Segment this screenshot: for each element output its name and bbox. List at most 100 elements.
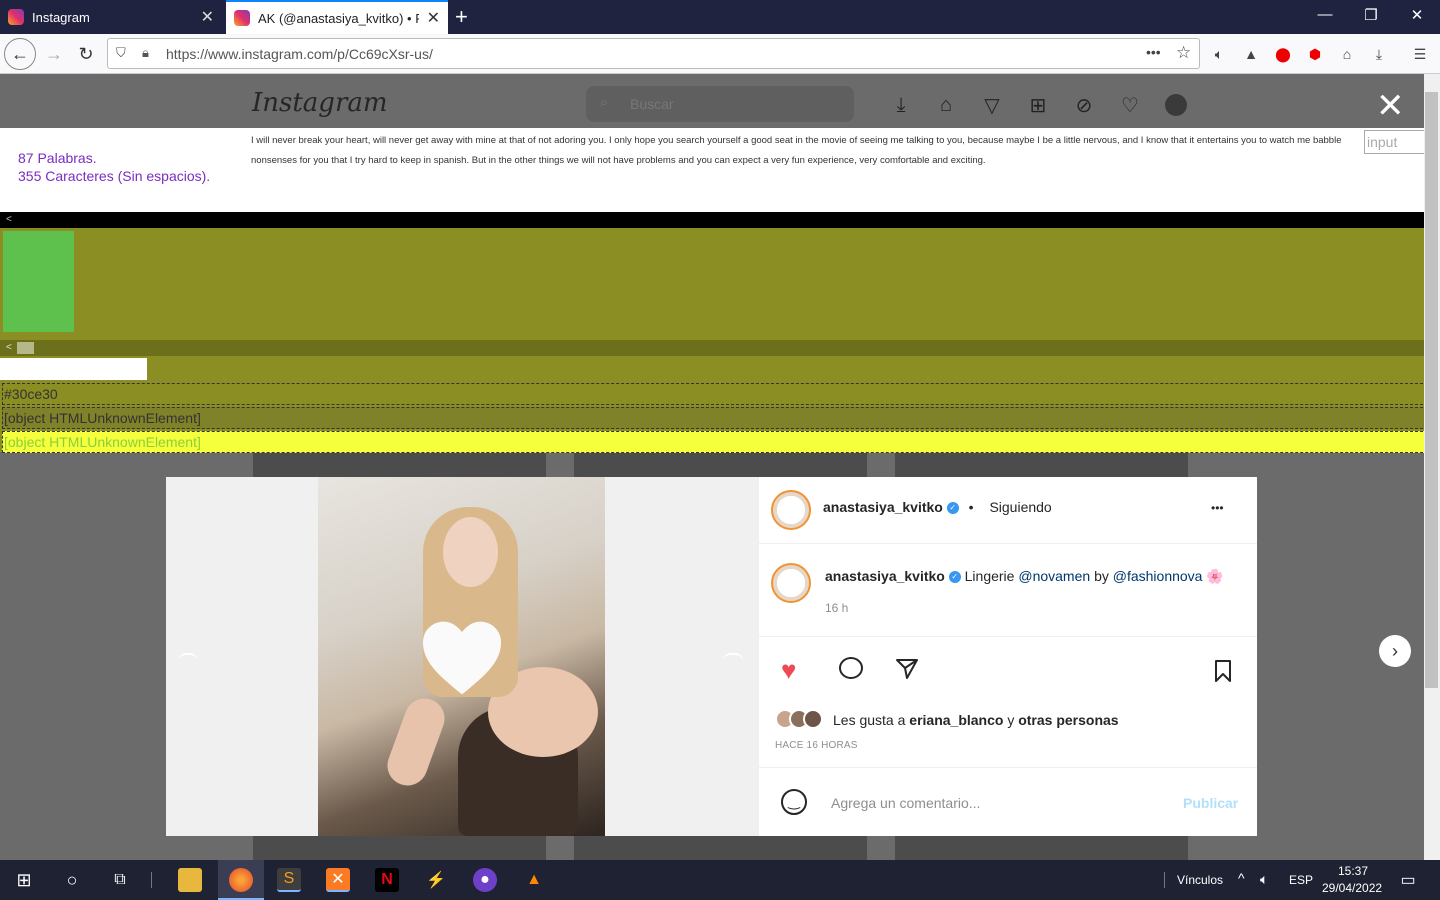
save-bookmark-icon[interactable] <box>1213 659 1233 683</box>
scroll-left-icon[interactable]: < <box>6 214 12 225</box>
firefox-icon[interactable] <box>229 868 253 892</box>
emoji-picker-icon[interactable]: ‿ <box>781 789 807 815</box>
mention-link[interactable]: @novamen <box>1018 568 1090 584</box>
grid-tile[interactable] <box>253 836 546 860</box>
grid-tile[interactable] <box>895 836 1188 860</box>
grid-tile[interactable] <box>895 452 1188 478</box>
sublime-text-icon[interactable]: S <box>277 868 301 892</box>
grid-tile[interactable] <box>253 452 546 478</box>
menu-icon[interactable]: ☰ <box>1410 44 1430 64</box>
xampp-icon[interactable]: ✕ <box>326 868 350 892</box>
likes-text: Les gusta a <box>833 712 906 728</box>
volume-icon[interactable]: 🔈︎ <box>1260 871 1268 888</box>
post-header: anastasiya_kvitko ✓ • Siguiendo <box>823 499 1052 515</box>
shield-icon[interactable]: ⛉ <box>116 45 126 61</box>
scroll-thumb[interactable] <box>17 342 34 354</box>
url-bar[interactable]: ⛉ 🔒︎ https://www.instagram.com/p/Cc69cXs… <box>107 38 1200 69</box>
publish-button[interactable]: Publicar <box>1183 795 1238 811</box>
share-icon[interactable] <box>895 658 919 680</box>
scroll-left-icon[interactable]: < <box>6 342 12 353</box>
home-icon[interactable]: ⌂ <box>933 92 959 118</box>
explore-icon[interactable]: ⊘ <box>1071 92 1097 118</box>
clock-date[interactable]: 29/04/2022 <box>1322 881 1382 895</box>
author-username[interactable]: anastasiya_kvitko <box>823 499 943 515</box>
post-sidebar: anastasiya_kvitko ✓ • Siguiendo ••• anas… <box>758 477 1257 836</box>
comment-input[interactable]: Agrega un comentario... <box>831 795 980 811</box>
clock-time[interactable]: 15:37 <box>1338 864 1368 878</box>
tool-app-icon[interactable]: ⚡ <box>424 868 448 892</box>
more-options-icon[interactable]: ••• <box>1211 501 1224 515</box>
github-desktop-icon[interactable]: ● <box>473 868 497 892</box>
close-tab-icon[interactable]: ✕ <box>201 7 214 27</box>
forward-button[interactable]: → <box>40 40 68 68</box>
links-toolbar[interactable]: Vínculos <box>1177 873 1223 887</box>
extension-icon[interactable]: ▲ <box>1241 44 1261 64</box>
profile-avatar[interactable] <box>1165 94 1187 116</box>
bookmark-star-icon[interactable]: ☆ <box>1176 43 1191 63</box>
start-windows-icon[interactable]: ⊞ <box>12 868 36 892</box>
grid-tile[interactable] <box>574 452 867 478</box>
injected-widget-area: < > #30ce30 [object HTMLUnknownElement] … <box>0 228 1440 453</box>
word-counter-panel: 87 Palabras. 355 Caracteres (Sin espacio… <box>0 128 1440 212</box>
liker-avatar[interactable] <box>803 709 823 729</box>
caption-avatar[interactable] <box>771 563 811 603</box>
show-hidden-icons-icon[interactable]: ^ <box>1238 870 1245 886</box>
url-text[interactable]: https://www.instagram.com/p/Cc69cXsr-us/ <box>166 46 433 62</box>
other-likers-link[interactable]: otras personas <box>1018 712 1118 728</box>
file-explorer-icon[interactable] <box>178 868 202 892</box>
tab-post[interactable]: AK (@anastasiya_kvitko) • Foto ✕ <box>226 0 448 34</box>
translation-text: I will never break your heart, will neve… <box>251 135 1342 166</box>
vertical-scroll-thumb[interactable] <box>1425 92 1438 688</box>
prev-image-icon[interactable] <box>178 653 198 661</box>
like-heart-icon[interactable]: ♥ <box>781 655 796 686</box>
mention-link[interactable]: @fashionnova <box>1113 568 1203 584</box>
download-icon[interactable]: ⤓ <box>1369 44 1389 64</box>
page-actions-icon[interactable]: ••• <box>1146 44 1161 60</box>
horizontal-scrollbar[interactable]: < > <box>0 340 1440 356</box>
new-post-icon[interactable]: ⊞ <box>1025 92 1051 118</box>
back-button[interactable]: ← <box>4 38 36 70</box>
horizontal-scrollbar[interactable]: < > <box>0 212 1440 228</box>
caption-time[interactable]: 16 h <box>825 601 848 615</box>
close-window-button[interactable]: ✕ <box>1394 6 1440 24</box>
notifications-icon[interactable]: ▭ <box>1396 868 1420 892</box>
speaker-icon[interactable]: 🔈︎ <box>1209 44 1229 64</box>
comment-icon[interactable] <box>839 657 863 679</box>
minimize-button[interactable]: — <box>1302 6 1348 23</box>
direct-message-icon[interactable]: ▽ <box>979 92 1005 118</box>
download-icon[interactable]: ⤓ <box>888 92 914 118</box>
following-button[interactable]: Siguiendo <box>989 499 1051 515</box>
next-image-icon[interactable] <box>723 653 743 661</box>
close-tab-icon[interactable]: ✕ <box>427 8 440 28</box>
search-circle-icon[interactable]: ○ <box>60 868 84 892</box>
blank-input[interactable] <box>0 358 147 380</box>
vlc-icon[interactable]: ▲ <box>522 868 546 892</box>
grid-tile[interactable] <box>574 836 867 860</box>
activity-heart-icon[interactable]: ♡ <box>1117 92 1143 118</box>
lock-icon[interactable]: 🔒︎ <box>142 45 149 61</box>
adblock-icon[interactable]: ⬢ <box>1305 44 1325 64</box>
post-timestamp[interactable]: HACE 16 HORAS <box>775 740 858 751</box>
flower-emoji-icon: 🌸 <box>1206 568 1224 584</box>
task-view-icon[interactable]: ⧉ <box>108 868 132 892</box>
reload-button[interactable]: ↻ <box>72 40 100 68</box>
instagram-logo[interactable]: Instagram <box>252 88 388 118</box>
divider <box>759 543 1257 544</box>
close-modal-icon[interactable]: ✕ <box>1376 86 1405 126</box>
verified-badge-icon: ✓ <box>946 502 959 515</box>
post-photo <box>318 477 605 836</box>
author-avatar[interactable] <box>771 490 811 530</box>
next-post-button[interactable]: › <box>1379 635 1411 667</box>
liker-username[interactable]: eriana_blanco <box>909 712 1003 728</box>
restore-button[interactable]: ❐ <box>1348 6 1394 24</box>
color-swatch[interactable] <box>3 231 74 332</box>
language-indicator[interactable]: ESP <box>1289 873 1313 887</box>
new-tab-button[interactable]: + <box>455 4 468 30</box>
netflix-icon[interactable]: N <box>375 868 399 892</box>
home-icon[interactable]: ⌂ <box>1337 44 1357 64</box>
tab-instagram[interactable]: Instagram ✕ <box>0 0 222 34</box>
word-count: 87 Palabras. <box>18 150 97 166</box>
caption-username[interactable]: anastasiya_kvitko <box>825 568 945 584</box>
search-input[interactable]: ⌕ Buscar <box>586 86 854 122</box>
stop-extension-icon[interactable]: ⬤ <box>1273 44 1293 64</box>
